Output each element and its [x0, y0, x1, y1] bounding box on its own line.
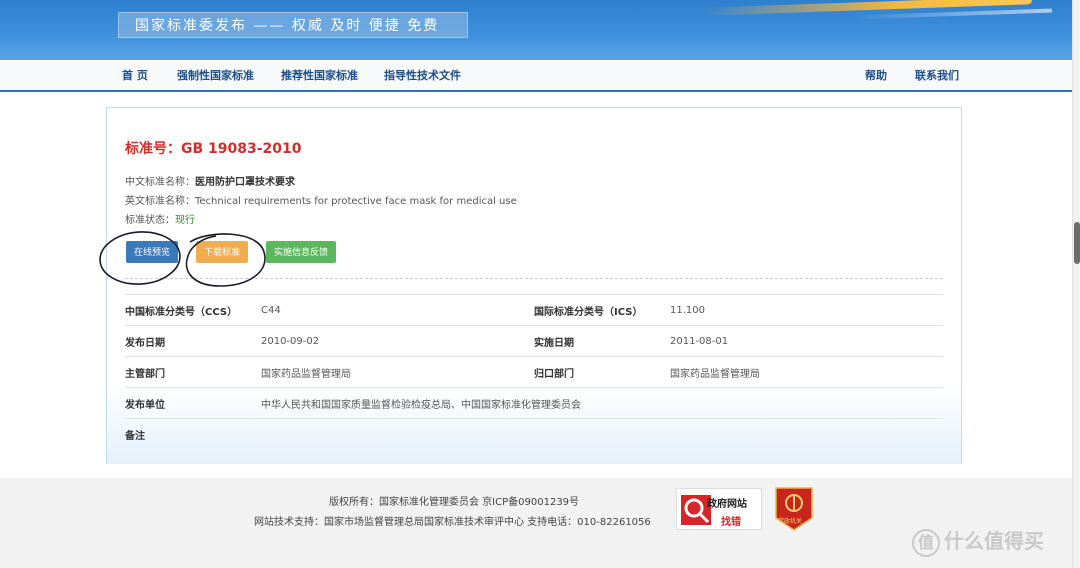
- standard-detail-card: 标准号：GB 19083-2010 中文标准名称：医用防护口罩技术要求 英文标准…: [106, 107, 962, 464]
- cn-name-row: 中文标准名称：医用防护口罩技术要求: [125, 173, 295, 188]
- centralized-dept-label: 归口部门: [534, 356, 670, 388]
- table-row: 中国标准分类号（CCS） C44 国际标准分类号（ICS） 11.100: [125, 294, 943, 326]
- remarks-label: 备注: [125, 418, 261, 450]
- publish-date-value: 2010-09-02: [261, 325, 534, 357]
- online-preview-button[interactable]: 在线预览: [126, 241, 178, 263]
- ccs-value: C44: [261, 294, 534, 326]
- banner-slogan: 国家标准委发布 —— 权威 及时 便捷 免费: [118, 12, 468, 38]
- remarks-value: [261, 418, 943, 450]
- main-nav: 首 页 强制性国家标准 推荐性国家标准 指导性技术文件 帮助 联系我们: [0, 60, 1072, 92]
- competent-dept-label: 主管部门: [125, 356, 261, 388]
- table-row: 发布单位 中华人民共和国国家质量监督检验检疫总局、中国国家标准化管理委员会: [125, 387, 943, 419]
- nav-mandatory-standards[interactable]: 强制性国家标准: [177, 60, 254, 92]
- nav-guidance-documents[interactable]: 指导性技术文件: [384, 60, 461, 92]
- en-name-value: Technical requirements for protective fa…: [195, 196, 517, 207]
- nav-home[interactable]: 首 页: [122, 60, 148, 92]
- page-scrollbar[interactable]: [1072, 0, 1080, 568]
- watermark: 值什么值得买: [912, 525, 1044, 557]
- table-row: 发布日期 2010-09-02 实施日期 2011-08-01: [125, 325, 943, 357]
- feedback-button[interactable]: 实施信息反馈: [266, 241, 336, 263]
- footer-support: 网站技术支持：国家市场监督管理总局国家标准技术审评中心 支持电话：010-822…: [254, 517, 651, 528]
- publish-date-label: 发布日期: [125, 325, 261, 357]
- party-emblem-icon: [775, 487, 813, 531]
- section-divider: [125, 278, 943, 279]
- status-value: 现行: [175, 215, 195, 226]
- en-name-row: 英文标准名称：Technical requirements for protec…: [125, 192, 517, 207]
- nav-recommended-standards[interactable]: 推荐性国家标准: [281, 60, 358, 92]
- implement-date-label: 实施日期: [534, 325, 670, 357]
- ics-value: 11.100: [670, 294, 943, 326]
- status-label: 标准状态：: [125, 215, 175, 226]
- watermark-icon: 值: [912, 528, 940, 557]
- nav-contact[interactable]: 联系我们: [915, 60, 959, 92]
- en-name-label: 英文标准名称：: [125, 196, 195, 207]
- badge-subtitle: 找错: [721, 517, 741, 528]
- watermark-text: 什么值得买: [944, 529, 1044, 553]
- gov-site-error-badge[interactable]: 政府网站 找错: [676, 488, 762, 530]
- header-banner: 国家标准委发布 —— 权威 及时 便捷 免费: [0, 0, 1072, 60]
- cn-name-label: 中文标准名称：: [125, 177, 195, 188]
- competent-dept-value: 国家药品监督管理局: [261, 356, 534, 388]
- cn-name-value: 医用防护口罩技术要求: [195, 177, 295, 188]
- scrollbar-thumb[interactable]: [1074, 222, 1080, 264]
- ics-label: 国际标准分类号（ICS）: [534, 294, 670, 326]
- issuer-label: 发布单位: [125, 387, 261, 419]
- status-row: 标准状态：现行: [125, 211, 195, 226]
- nav-help[interactable]: 帮助: [865, 60, 887, 92]
- party-badge-label: 党政机关: [778, 518, 803, 525]
- standard-meta-table: 中国标准分类号（CCS） C44 国际标准分类号（ICS） 11.100 发布日…: [125, 294, 943, 450]
- banner-decoration-highlight: [851, 8, 1053, 20]
- download-standard-button[interactable]: 下载标准: [196, 241, 248, 263]
- ccs-label: 中国标准分类号（CCS）: [125, 294, 261, 326]
- issuer-value: 中华人民共和国国家质量监督检验检疫总局、中国国家标准化管理委员会: [261, 387, 943, 419]
- table-row: 备注: [125, 418, 943, 450]
- standard-number-title: 标准号：GB 19083-2010: [125, 141, 302, 157]
- implement-date-value: 2011-08-01: [670, 325, 943, 357]
- badge-title: 政府网站: [707, 499, 747, 510]
- centralized-dept-value: 国家药品监督管理局: [670, 356, 943, 388]
- table-row: 主管部门 国家药品监督管理局 归口部门 国家药品监督管理局: [125, 356, 943, 388]
- footer-copyright: 版权所有：国家标准化管理委员会 京ICP备09001239号: [329, 497, 580, 508]
- party-gov-organ-badge[interactable]: 党政机关: [774, 486, 814, 532]
